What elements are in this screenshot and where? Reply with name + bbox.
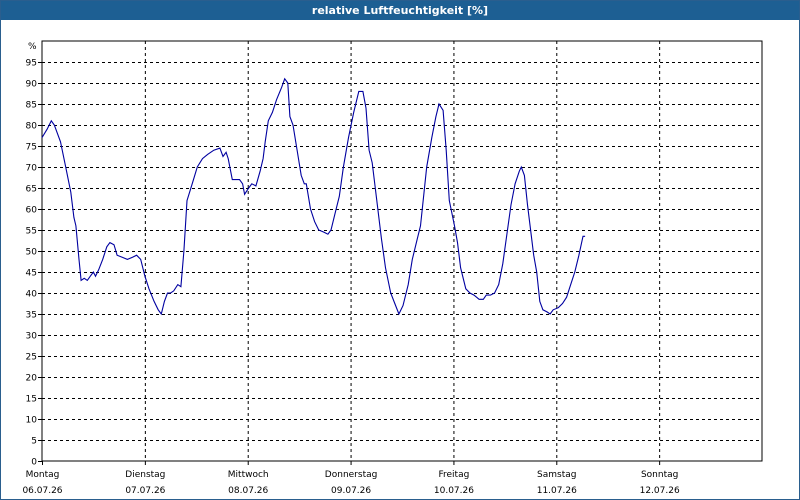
y-tick-label: 20 [26, 374, 38, 384]
y-tick-label: 50 [26, 248, 38, 258]
x-tick-date-label: 09.07.26 [331, 486, 371, 496]
y-tick-label: 40 [26, 290, 38, 300]
x-axis-ticks: Montag 06.07.26 Dienstag 07.07.26 Mittwoch 08… [22, 461, 680, 496]
y-tick-label: 65 [26, 185, 37, 195]
y-tick-label: 90 [26, 80, 38, 90]
y-tick-label: 85 [26, 101, 37, 111]
y-tick-label: 30 [26, 332, 38, 342]
chart-window: relative Luftfeuchtigkeit [%] 0 5 10 15 20 25… [0, 0, 800, 500]
y-tick-label: 95 [26, 59, 37, 69]
y-tick-label: 75 [26, 143, 37, 153]
y-tick-label: 80 [26, 122, 38, 132]
y-axis-unit-label: % [28, 42, 37, 52]
y-tick-label: 10 [26, 416, 38, 426]
x-tick-day-label: Dienstag [125, 470, 165, 480]
x-tick-date-label: 12.07.26 [640, 486, 680, 496]
x-tick-day-label: Montag [26, 470, 60, 480]
y-tick-label: 15 [26, 395, 37, 405]
y-tick-label: 55 [26, 227, 37, 237]
x-tick-date-label: 10.07.26 [434, 486, 474, 496]
x-tick-day-label: Mittwoch [228, 470, 269, 480]
x-tick-day-label: Samstag [537, 470, 576, 480]
x-tick-day-label: Freitag [439, 470, 470, 480]
y-tick-label: 45 [26, 269, 37, 279]
x-tick-date-label: 06.07.26 [22, 486, 62, 496]
y-axis-ticks: 0 5 10 15 20 25 30 35 40 45 50 55 60 65 70 75 80 85 90 95 [26, 59, 42, 468]
y-tick-label: 0 [31, 458, 37, 468]
y-tick-label: 5 [31, 437, 37, 447]
y-tick-label: 35 [26, 311, 37, 321]
x-tick-date-label: 07.07.26 [125, 486, 165, 496]
humidity-chart: 0 5 10 15 20 25 30 35 40 45 50 55 60 65 70 75 80 85 90 95 M… [22, 40, 763, 496]
x-tick-date-label: 11.07.26 [537, 486, 577, 496]
y-tick-label: 60 [26, 206, 38, 216]
grid-lines [42, 41, 762, 461]
y-tick-label: 70 [26, 164, 38, 174]
x-tick-day-label: Sonntag [641, 470, 678, 480]
x-tick-date-label: 08.07.26 [228, 486, 268, 496]
y-tick-label: 25 [26, 353, 37, 363]
x-tick-day-label: Donnerstag [325, 470, 378, 480]
